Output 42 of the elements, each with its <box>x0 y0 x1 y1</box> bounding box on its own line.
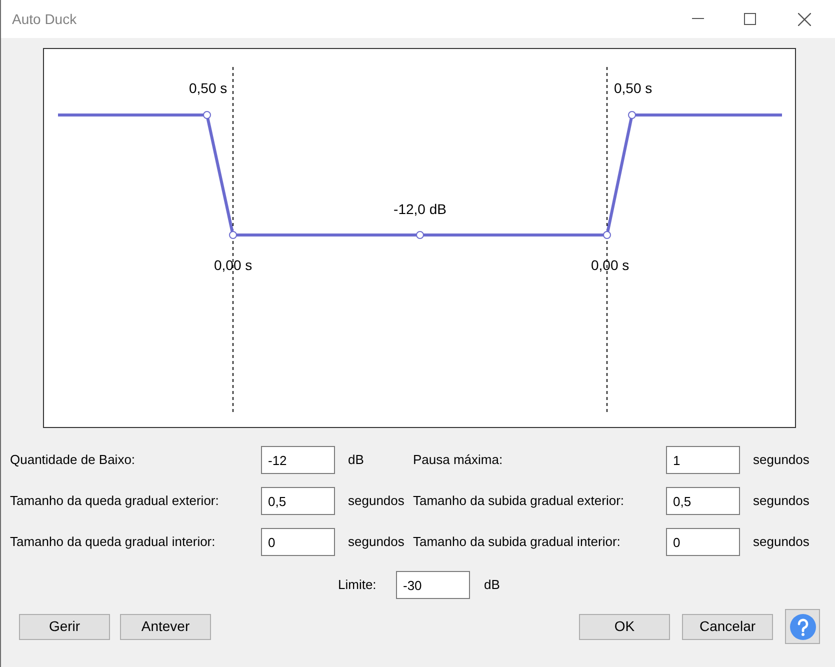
envelope-label: 0,00 s <box>591 257 630 273</box>
unit-label: segundos <box>752 492 810 510</box>
field-label: Limite: <box>338 576 378 594</box>
close-icon[interactable] <box>798 12 811 26</box>
unit-label: dB <box>347 451 365 470</box>
dialog-button[interactable]: Gerir <box>19 614 110 640</box>
window-title: Auto Duck <box>12 10 78 28</box>
field-label: Tamanho da queda gradual exterior: <box>10 492 220 510</box>
envelope-label: 0,50 s <box>189 80 228 96</box>
unit-label: segundos <box>752 533 810 552</box>
value-field[interactable]: 0 <box>261 528 335 556</box>
unit-label: segundos <box>752 451 810 470</box>
dialog-button[interactable]: Antever <box>120 614 211 640</box>
unit-label: segundos <box>347 492 406 510</box>
dialog-button[interactable]: OK <box>579 614 670 640</box>
field-label: Tamanho da subida gradual interior: <box>413 533 622 552</box>
envelope-handle[interactable] <box>203 111 211 119</box>
field-label: Pausa máxima: <box>413 451 504 470</box>
envelope-graph[interactable]: 0,50 s 0,50 s -12,0 dB 0,00 s 0,00 s <box>43 48 796 428</box>
envelope-handle[interactable] <box>229 231 237 239</box>
field-label: Tamanho da queda gradual interior: <box>10 533 216 552</box>
envelope-handle[interactable] <box>416 231 424 239</box>
field-label: Tamanho da subida gradual exterior: <box>413 492 626 510</box>
minimize-icon[interactable] <box>692 18 704 20</box>
envelope-handle[interactable] <box>603 231 611 239</box>
value-field[interactable]: 1 <box>666 446 740 474</box>
value-field[interactable]: 0,5 <box>261 487 335 515</box>
envelope-label: 0,00 s <box>214 257 252 273</box>
envelope-handle[interactable] <box>628 111 636 119</box>
help-icon <box>790 614 816 640</box>
value-field[interactable]: 0 <box>666 528 740 556</box>
unit-label: dB <box>483 576 500 594</box>
dialog-button[interactable]: Cancelar <box>682 614 773 640</box>
help-button[interactable] <box>785 609 820 644</box>
value-field[interactable]: 0,5 <box>666 487 740 515</box>
value-field[interactable]: -30 <box>396 571 470 599</box>
value-field[interactable]: -12 <box>261 446 335 474</box>
envelope-label: -12,0 dB <box>394 201 446 217</box>
envelope-label: 0,50 s <box>614 80 652 96</box>
field-label: Quantidade de Baixo: <box>10 451 136 470</box>
maximize-icon[interactable] <box>744 13 756 25</box>
unit-label: segundos <box>347 533 406 552</box>
